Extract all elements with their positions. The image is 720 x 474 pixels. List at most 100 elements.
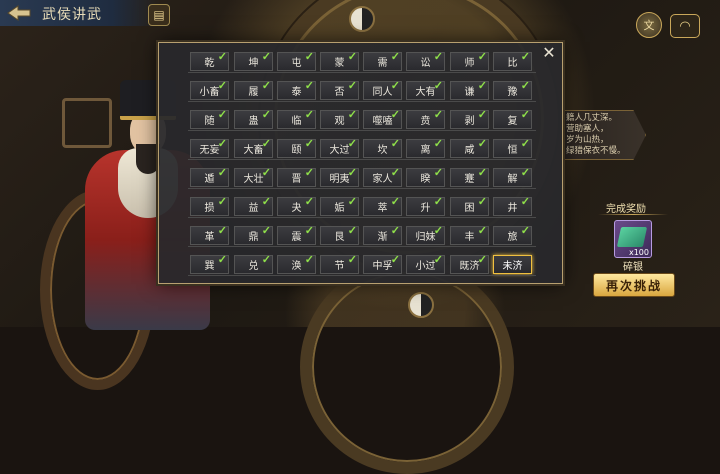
avatar-label: 文 (643, 19, 655, 32)
hexagram-cell[interactable]: 蒙 ✓ (320, 50, 359, 71)
hexagram-cell[interactable]: 睽 ✓ (406, 166, 445, 187)
hexagram-cell[interactable]: 同人 ✓ (363, 79, 402, 100)
menu-button[interactable]: ◠ (670, 14, 700, 38)
hexagram-cell[interactable]: 井 ✓ (493, 195, 532, 216)
hexagram-cell[interactable]: 离 ✓ (406, 137, 445, 158)
hexagram-cell[interactable]: 中孚 ✓ (363, 253, 402, 274)
check-icon: ✓ (433, 137, 443, 150)
hexagram-cell[interactable]: 解 ✓ (493, 166, 532, 187)
hexagram-cell[interactable]: 颐 ✓ (277, 137, 316, 158)
avatar-button[interactable]: 文 (636, 12, 662, 38)
hexagram-cell[interactable]: 噬嗑 ✓ (363, 108, 402, 129)
hexagram-label: 涣 (291, 261, 302, 272)
hexagram-cell[interactable]: 随 ✓ (190, 108, 229, 129)
reward-item-slot[interactable]: x100 (614, 220, 652, 258)
hexagram-label: 无妄 (199, 145, 220, 156)
hexagram-cell[interactable]: 既济 ✓ (450, 253, 489, 274)
hexagram-cell[interactable]: 萃 ✓ (363, 195, 402, 216)
hexagram-cell[interactable]: 需 ✓ (363, 50, 402, 71)
check-icon: ✓ (304, 50, 314, 63)
yin-yang-icon (408, 292, 434, 318)
hexagram-cell[interactable]: 泰 ✓ (277, 79, 316, 100)
hexagram-cell[interactable]: 坎 ✓ (363, 137, 402, 158)
hexagram-cell[interactable]: 兑 ✓ (234, 253, 273, 274)
hexagram-cell[interactable]: 晋 ✓ (277, 166, 316, 187)
hexagram-label: 升 (420, 203, 431, 214)
hexagram-cell[interactable]: 师 ✓ (450, 50, 489, 71)
hexagram-cell[interactable]: 鼎 ✓ (234, 224, 273, 245)
close-icon[interactable]: ✕ (540, 43, 558, 62)
hexagram-cell[interactable]: 大畜 ✓ (234, 137, 273, 158)
back-button[interactable] (4, 3, 34, 23)
hexagram-cell[interactable]: 豫 ✓ (493, 79, 532, 100)
hexagram-label: 豫 (507, 87, 518, 98)
check-icon: ✓ (433, 224, 443, 237)
hexagram-cell[interactable]: 旅 ✓ (493, 224, 532, 245)
check-icon: ✓ (261, 224, 271, 237)
hexagram-cell[interactable]: 乾 ✓ (190, 50, 229, 71)
hexagram-label: 蛊 (248, 116, 259, 127)
hexagram-cell[interactable]: 家人 ✓ (363, 166, 402, 187)
hexagram-cell[interactable]: 丰 ✓ (450, 224, 489, 245)
check-icon: ✓ (217, 195, 227, 208)
hexagram-cell[interactable]: 遁 ✓ (190, 166, 229, 187)
check-icon: ✓ (520, 224, 530, 237)
hexagram-cell[interactable]: 困 ✓ (450, 195, 489, 216)
hexagram-cell[interactable]: 归妹 ✓ (406, 224, 445, 245)
hexagram-cell[interactable]: 复 ✓ (493, 108, 532, 129)
hexagram-cell[interactable]: 渐 ✓ (363, 224, 402, 245)
hexagram-cell[interactable]: 咸 ✓ (450, 137, 489, 158)
hexagram-label: 既济 (459, 261, 480, 272)
hexagram-cell[interactable]: 大过 ✓ (320, 137, 359, 158)
hexagram-cell[interactable]: 蛊 ✓ (234, 108, 273, 129)
retry-challenge-button[interactable]: 再次挑战 (593, 273, 675, 297)
hexagram-cell[interactable]: 节 ✓ (320, 253, 359, 274)
hexagram-cell[interactable]: 升 ✓ (406, 195, 445, 216)
hexagram-label: 鼎 (248, 232, 259, 243)
hexagram-label: 益 (248, 203, 259, 214)
hexagram-cell[interactable]: 谦 ✓ (450, 79, 489, 100)
hexagram-cell[interactable]: 坤 ✓ (234, 50, 273, 71)
check-icon: ✓ (520, 195, 530, 208)
hexagram-label: 恒 (507, 145, 518, 156)
hexagram-label: 家人 (372, 174, 393, 185)
hexagram-cell[interactable]: 剥 ✓ (450, 108, 489, 129)
hexagram-cell[interactable]: 革 ✓ (190, 224, 229, 245)
hexagram-label: 离 (420, 145, 431, 156)
check-icon: ✓ (520, 166, 530, 179)
hexagram-cell[interactable]: 益 ✓ (234, 195, 273, 216)
hexagram-cell-selected[interactable]: 未济 (493, 255, 532, 274)
check-icon: ✓ (390, 166, 400, 179)
hexagram-cell[interactable]: 涣 ✓ (277, 253, 316, 274)
hexagram-label: 临 (291, 116, 302, 127)
hexagram-cell[interactable]: 小畜 ✓ (190, 79, 229, 100)
hexagram-cell[interactable]: 明夷 ✓ (320, 166, 359, 187)
hexagram-cell[interactable]: 履 ✓ (234, 79, 273, 100)
hexagram-cell[interactable]: 小过 ✓ (406, 253, 445, 274)
hexagram-label: 泰 (291, 87, 302, 98)
hexagram-cell[interactable]: 贲 ✓ (406, 108, 445, 129)
hexagram-cell[interactable]: 比 ✓ (493, 50, 532, 71)
hexagram-cell[interactable]: 蹇 ✓ (450, 166, 489, 187)
hexagram-cell[interactable]: 损 ✓ (190, 195, 229, 216)
row-divider (188, 101, 536, 102)
hexagram-cell[interactable]: 姤 ✓ (320, 195, 359, 216)
hexagram-cell[interactable]: 艮 ✓ (320, 224, 359, 245)
hexagram-cell[interactable]: 临 ✓ (277, 108, 316, 129)
hexagram-cell[interactable]: 夬 ✓ (277, 195, 316, 216)
hexagram-cell[interactable]: 震 ✓ (277, 224, 316, 245)
rules-book-button[interactable]: ▤ (148, 4, 170, 26)
hexagram-cell[interactable]: 屯 ✓ (277, 50, 316, 71)
page-title: 武侯讲武 (42, 7, 102, 23)
hexagram-cell[interactable]: 无妄 ✓ (190, 137, 229, 158)
hexagram-cell[interactable]: 恒 ✓ (493, 137, 532, 158)
check-icon: ✓ (261, 166, 271, 179)
hexagram-cell[interactable]: 否 ✓ (320, 79, 359, 100)
hexagram-label: 丰 (464, 232, 475, 243)
check-icon: ✓ (477, 253, 487, 266)
hexagram-cell[interactable]: 大壮 ✓ (234, 166, 273, 187)
hexagram-cell[interactable]: 大有 ✓ (406, 79, 445, 100)
hexagram-cell[interactable]: 讼 ✓ (406, 50, 445, 71)
hexagram-cell[interactable]: 观 ✓ (320, 108, 359, 129)
hexagram-cell[interactable]: 巽 ✓ (190, 253, 229, 274)
